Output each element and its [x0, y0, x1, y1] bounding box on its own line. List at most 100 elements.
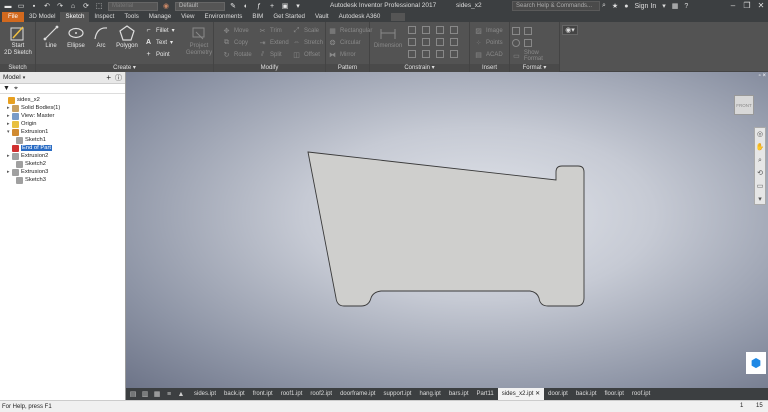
minimize-icon[interactable]: –	[726, 0, 740, 12]
tab-file[interactable]: File	[2, 12, 24, 22]
arrange-windows-icon[interactable]: ▦	[152, 389, 162, 399]
smooth-constraint-icon[interactable]	[422, 50, 430, 58]
concentric-constraint-icon[interactable]	[436, 26, 444, 34]
tree-item[interactable]: ▸ Solid Bodies(1)	[7, 104, 60, 112]
tree-item[interactable]: ▾ Extrusion1	[7, 128, 48, 136]
constrain-panel-label[interactable]: Constrain ▾	[370, 64, 469, 72]
look-at-icon[interactable]: ▭	[755, 180, 765, 193]
tab-view[interactable]: View	[176, 12, 199, 22]
new-part-icon[interactable]: ▣	[280, 1, 290, 11]
document-tab[interactable]: back.ipt	[220, 388, 249, 400]
stretch-button[interactable]: ⇔ Stretch	[292, 38, 323, 47]
dimension-button[interactable]: Dimension	[372, 24, 404, 50]
document-tab[interactable]: support.ipt	[379, 388, 415, 400]
steering-wheel-icon[interactable]: ◎	[755, 128, 765, 141]
tree-item[interactable]: End of Part	[7, 144, 53, 152]
tree-item[interactable]: ▸ Extrusion2	[7, 152, 48, 160]
document-tab[interactable]: sides_x2.ipt ✕	[497, 388, 545, 400]
home-icon[interactable]: ⌂	[68, 1, 78, 11]
apps-icon[interactable]: ▦	[672, 2, 679, 10]
extend-button[interactable]: ⇥ Extend	[258, 38, 289, 47]
line-button[interactable]: Line	[40, 24, 62, 50]
collinear-constraint-icon[interactable]	[422, 26, 430, 34]
centerline-icon[interactable]	[524, 27, 532, 35]
polygon-button[interactable]: Polygon	[114, 24, 140, 50]
star-icon[interactable]: ★	[612, 2, 618, 10]
symmetric-constraint-icon[interactable]	[436, 50, 444, 58]
browser-add-icon[interactable]: +	[106, 73, 111, 82]
document-tab[interactable]: bars.ipt	[445, 388, 473, 400]
save-icon[interactable]: ▪	[29, 1, 39, 11]
material-dropdown[interactable]: Material	[108, 1, 158, 11]
tab-tools[interactable]: Tools	[119, 12, 143, 22]
select-icon[interactable]: ⬚	[94, 1, 104, 11]
point-button[interactable]: + Point	[144, 50, 169, 59]
document-tab[interactable]: roof.ipt	[628, 388, 654, 400]
document-tab[interactable]: Part11	[473, 388, 498, 400]
tab-3d-model[interactable]: 3D Model	[24, 12, 60, 22]
rotate-button[interactable]: ↻ Rotate	[222, 50, 252, 59]
tab-vault[interactable]: Vault	[310, 12, 334, 22]
mirror-button[interactable]: ⧓ Mirror	[328, 50, 356, 59]
fx-icon[interactable]: ƒ	[254, 1, 264, 11]
tab-bim[interactable]: BIM	[247, 12, 268, 22]
scale-button[interactable]: ⤢ Scale	[292, 26, 319, 35]
create-panel-label[interactable]: Create ▾	[36, 64, 213, 72]
document-tab[interactable]: door.ipt	[544, 388, 572, 400]
user-icon[interactable]: ●	[624, 3, 628, 10]
center-point-icon[interactable]	[512, 39, 520, 47]
tree-item[interactable]: sides_x2	[3, 96, 40, 104]
tree-item[interactable]: Sketch3	[11, 176, 46, 184]
graphics-viewport[interactable]: ▫ × FRONT ◎ ✋ ⌕ ⟲ ▭ ▾ ⬢	[126, 72, 768, 388]
app-menu-icon[interactable]: ▬	[3, 1, 13, 11]
tab-sketch[interactable]: Sketch	[60, 12, 90, 22]
parallel-constraint-icon[interactable]	[408, 38, 416, 46]
sketch-panel-label[interactable]: Sketch	[0, 64, 35, 72]
tree-item[interactable]: ▸ View: Master	[7, 112, 54, 120]
close-icon[interactable]: ✕	[754, 0, 768, 12]
part-profile[interactable]	[307, 151, 585, 307]
update-icon[interactable]: ⟳	[81, 1, 91, 11]
insert-panel-label[interactable]: Insert	[470, 64, 509, 72]
horizontal-constraint-icon[interactable]	[436, 38, 444, 46]
document-tab[interactable]: front.ipt	[249, 388, 277, 400]
coincident-constraint-icon[interactable]	[408, 26, 416, 34]
a360-cube-icon[interactable]: ⬢	[746, 352, 766, 374]
viewport-close-icon[interactable]: ×	[762, 73, 766, 79]
ribbon-options-button[interactable]: ◉▾	[562, 25, 578, 35]
document-tab[interactable]: roof2.ipt	[306, 388, 336, 400]
ellipse-button[interactable]: Ellipse	[64, 24, 88, 50]
move-button[interactable]: ✥ Move	[222, 26, 249, 35]
offset-button[interactable]: ◫ Offset	[292, 50, 320, 59]
project-geometry-button[interactable]: Project Geometry	[184, 24, 214, 57]
appearance-dropdown[interactable]: Default	[175, 1, 225, 11]
viewcube[interactable]: FRONT	[734, 95, 754, 115]
tab-autodesk-a360[interactable]: Autodesk A360	[334, 12, 386, 22]
tab-get-started[interactable]: Get Started	[268, 12, 310, 22]
cart-icon[interactable]: ▾	[662, 2, 666, 10]
format-panel-label[interactable]: Format ▾	[510, 64, 559, 72]
tab-manage[interactable]: Manage	[144, 12, 176, 22]
acad-button[interactable]: ▤ ACAD	[474, 50, 502, 59]
tree-item[interactable]: ▸ Extrusion3	[7, 168, 48, 176]
document-tab[interactable]: floor.ipt	[601, 388, 628, 400]
tile-windows-icon[interactable]: ▤	[128, 389, 138, 399]
orbit-icon[interactable]: ⟲	[755, 167, 765, 180]
restore-icon[interactable]: ❐	[740, 0, 754, 12]
trim-button[interactable]: ✂ Trim	[258, 26, 282, 35]
equal-constraint-icon[interactable]	[450, 50, 458, 58]
close-tab-icon[interactable]: ✕	[533, 391, 540, 397]
image-button[interactable]: ▨ Image	[474, 26, 503, 35]
document-list-icon[interactable]: ≡	[164, 389, 174, 399]
modify-panel-label[interactable]: Modify	[214, 64, 325, 72]
document-tab[interactable]: roof1.ipt	[277, 388, 307, 400]
find-icon[interactable]: ⌖	[14, 85, 18, 93]
points-button[interactable]: ⁘ Points	[474, 38, 503, 47]
browser-help-icon[interactable]: ⓘ	[115, 73, 122, 83]
start-2d-sketch-button[interactable]: Start 2D Sketch	[4, 24, 32, 57]
sign-in-link[interactable]: Sign In	[634, 3, 656, 10]
tree-item[interactable]: Sketch2	[11, 160, 46, 168]
search-input[interactable]: Search Help & Commands...	[512, 1, 600, 11]
split-button[interactable]: ⫽ Split	[258, 50, 282, 59]
arc-button[interactable]: Arc	[90, 24, 112, 50]
